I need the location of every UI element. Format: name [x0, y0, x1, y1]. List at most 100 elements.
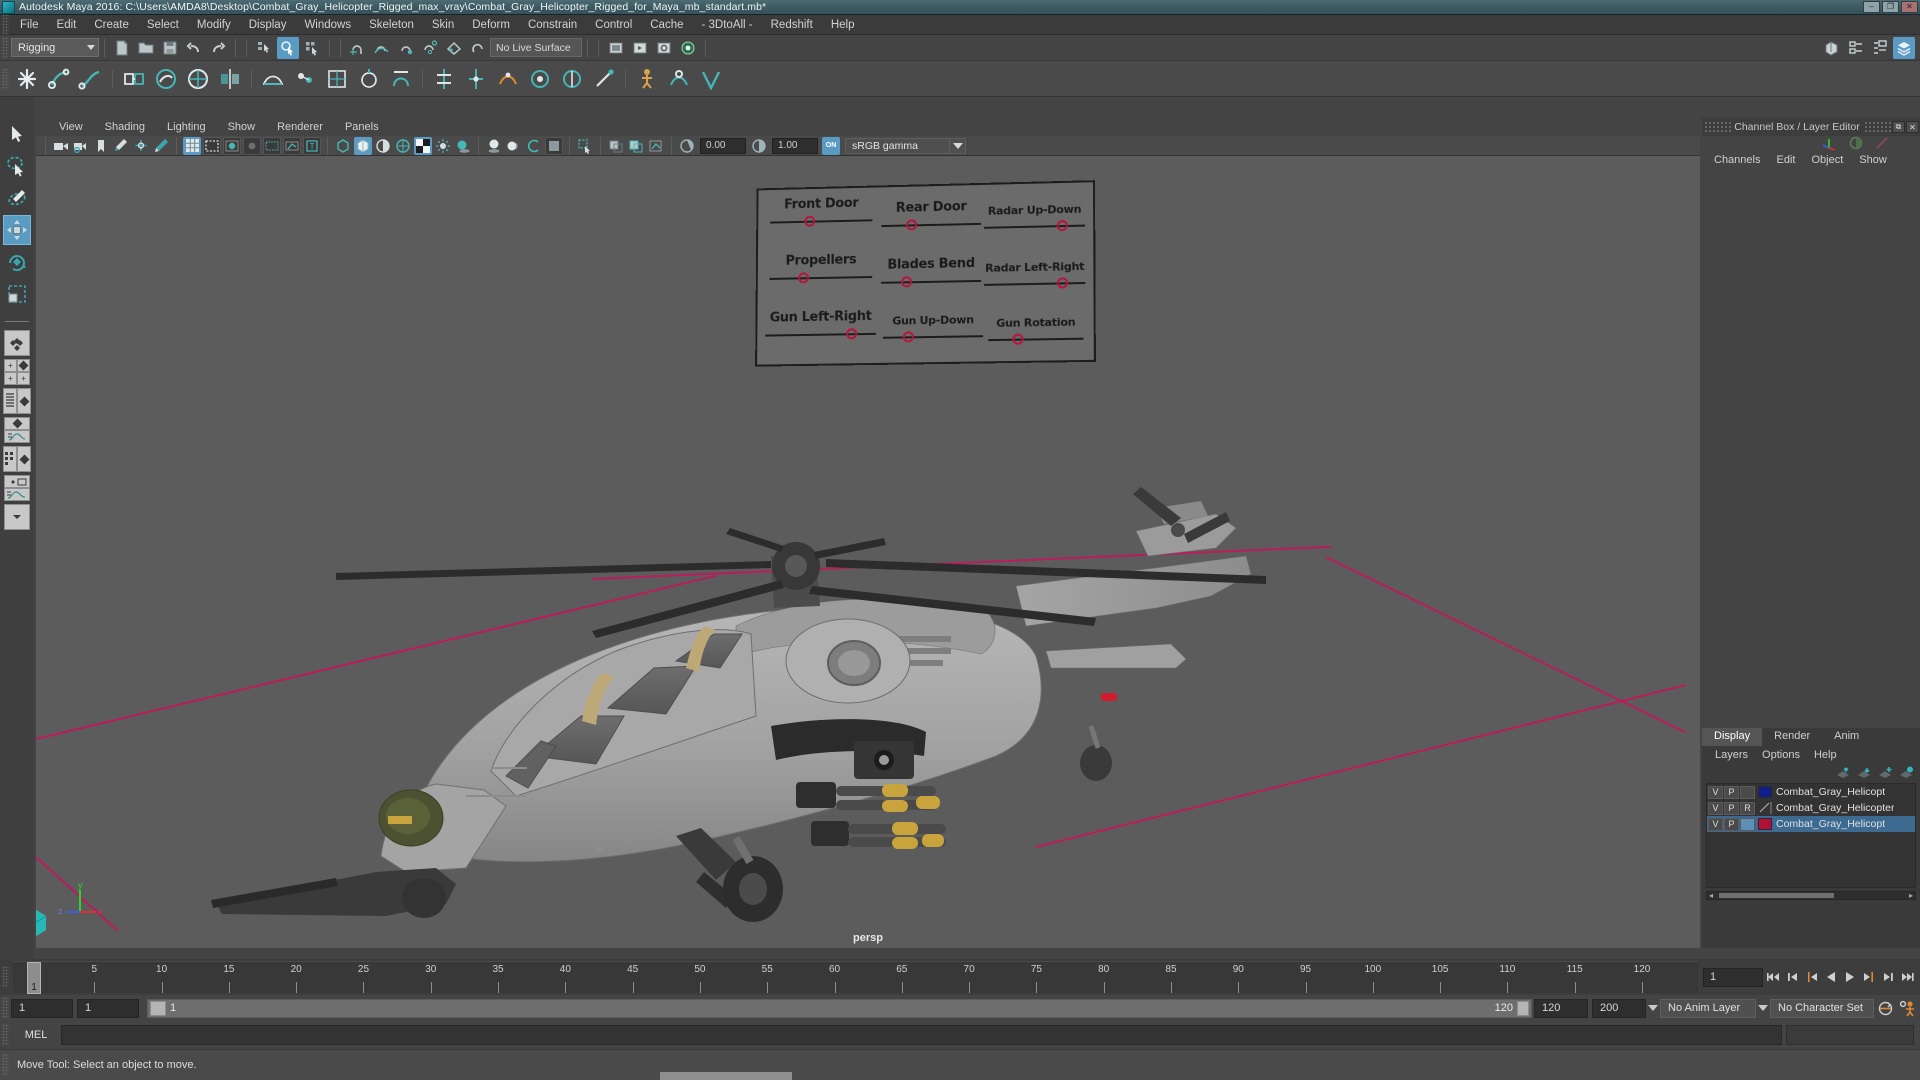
menu-skin[interactable]: Skin	[423, 17, 463, 33]
control-slider-gun-up-down[interactable]: Gun Up-Down	[882, 313, 984, 343]
motion-blur-icon[interactable]	[505, 137, 523, 155]
menu-create[interactable]: Create	[85, 17, 138, 33]
viewport-menu-renderer[interactable]: Renderer	[266, 120, 334, 134]
control-slider-radar-left-right[interactable]: Radar Left-Right	[984, 260, 1086, 290]
rotate-tool-button[interactable]	[3, 247, 31, 277]
interactive-bind-skin-button[interactable]	[183, 64, 213, 94]
exposure-icon[interactable]	[678, 137, 696, 155]
playback-end-field[interactable]: 120	[1534, 998, 1588, 1018]
layer-name[interactable]: Combat_Gray_Helicopt	[1776, 818, 1885, 830]
live-surface-field[interactable]: No Live Surface	[490, 38, 582, 57]
shaded-wireframe-icon[interactable]	[374, 137, 392, 155]
paint-skin-weights-button[interactable]	[151, 64, 181, 94]
persp-outliner-graph-layout-button[interactable]	[4, 475, 30, 501]
menu-modify[interactable]: Modify	[188, 17, 240, 33]
joint-tool-button[interactable]	[12, 64, 42, 94]
slider-knob[interactable]	[1056, 219, 1068, 232]
snap-to-projected-center-button[interactable]	[419, 37, 441, 59]
layer-state-toggle[interactable]	[1740, 785, 1755, 799]
layer-playback-toggle[interactable]: P	[1724, 785, 1739, 799]
channel-menu-channels[interactable]: Channels	[1706, 154, 1768, 166]
tab-anim[interactable]: Anim	[1822, 728, 1872, 746]
panel-gripper[interactable]	[1704, 121, 1732, 133]
lasso-tool-button[interactable]	[3, 151, 31, 181]
multisample-aa-icon[interactable]	[525, 137, 543, 155]
ipr-render-button[interactable]	[629, 37, 651, 59]
select-by-hierarchy-button[interactable]	[253, 37, 275, 59]
layer-list-scrollbar[interactable]: ◂ ▸	[1706, 891, 1916, 900]
perspective-viewport[interactable]: Front Door Rear Door Radar Up-Down Prope…	[36, 156, 1700, 948]
render-current-frame-button[interactable]	[677, 37, 699, 59]
menu-control[interactable]: Control	[586, 17, 641, 33]
scroll-right-arrow-icon[interactable]: ▸	[1909, 892, 1913, 900]
layer-row[interactable]: V P Combat_Gray_Helicopt	[1707, 784, 1915, 800]
ik-spline-handle-tool-button[interactable]	[76, 64, 106, 94]
select-by-object-type-button[interactable]	[277, 36, 299, 59]
character-set-chevron-icon[interactable]	[1756, 999, 1770, 1018]
move-layer-up-icon[interactable]	[1835, 766, 1851, 779]
slider-knob[interactable]	[906, 219, 918, 231]
create-character-set-button[interactable]	[696, 64, 726, 94]
new-layer-icon[interactable]	[1877, 766, 1893, 779]
xray-mode-icon[interactable]	[607, 137, 625, 155]
auto-keyframe-toggle[interactable]	[1874, 999, 1896, 1018]
go-to-start-button[interactable]	[1766, 968, 1782, 986]
move-layer-down-icon[interactable]	[1856, 766, 1872, 779]
rig-control-panel[interactable]: Front Door Rear Door Radar Up-Down Prope…	[755, 180, 1096, 367]
texture-toggle-icon[interactable]: T	[303, 136, 321, 155]
layer-menu-help[interactable]: Help	[1807, 749, 1844, 761]
snap-to-curves-button[interactable]	[371, 37, 393, 59]
control-slider-rear-door[interactable]: Rear Door	[881, 199, 982, 231]
viewport-menu-panels[interactable]: Panels	[334, 120, 390, 134]
new-layer-from-selection-icon[interactable]	[1898, 766, 1914, 779]
layer-menu-layers[interactable]: Layers	[1708, 749, 1755, 761]
anim-layer-select[interactable]: No Anim Layer	[1660, 998, 1756, 1018]
step-back-keyframe-button[interactable]	[1785, 968, 1801, 986]
range-left-handle[interactable]	[150, 1000, 166, 1016]
snap-to-grid-button[interactable]	[347, 37, 369, 59]
menu-file[interactable]: File	[11, 17, 48, 33]
range-right-handle[interactable]	[1517, 1000, 1529, 1016]
wireframe-shading-icon[interactable]	[334, 137, 352, 155]
menu-display[interactable]: Display	[240, 17, 296, 33]
layer-visibility-toggle[interactable]: V	[1708, 817, 1723, 831]
minimize-button[interactable]: –	[1863, 1, 1880, 13]
paint-selection-tool-button[interactable]	[3, 183, 31, 213]
layer-reference-toggle[interactable]: R	[1740, 801, 1755, 815]
make-live-button[interactable]	[467, 37, 489, 59]
smooth-shading-icon[interactable]	[354, 136, 372, 155]
new-scene-button[interactable]	[111, 37, 133, 59]
select-tool-button[interactable]	[3, 119, 31, 149]
parent-constraint-button[interactable]	[429, 64, 459, 94]
move-tool-button[interactable]	[3, 215, 31, 245]
shadows-icon[interactable]	[454, 137, 472, 155]
range-gripper[interactable]	[2, 997, 9, 1019]
bookmark-icon[interactable]	[92, 137, 110, 155]
isolate-select-icon[interactable]	[576, 137, 594, 155]
layer-menu-options[interactable]: Options	[1755, 749, 1807, 761]
menu-set-selector[interactable]: Rigging	[11, 38, 99, 57]
exposure-value-field[interactable]: 0.00	[700, 137, 746, 154]
bind-skin-button[interactable]	[119, 64, 149, 94]
gamma-value-field[interactable]: 1.00	[772, 137, 818, 154]
xray-joints-mode-icon[interactable]	[647, 137, 665, 155]
panel-close-button[interactable]: ✕	[1906, 121, 1919, 133]
create-cluster-button[interactable]	[290, 64, 320, 94]
scale-tool-button[interactable]	[3, 279, 31, 309]
layer-name[interactable]: Combat_Gray_Helicopter	[1776, 802, 1894, 814]
scroll-left-arrow-icon[interactable]: ◂	[1709, 892, 1713, 900]
grease-pencil-icon[interactable]	[152, 137, 170, 155]
control-slider-track[interactable]	[769, 270, 873, 284]
step-back-frame-button[interactable]	[1804, 968, 1820, 986]
tab-render[interactable]: Render	[1762, 728, 1823, 746]
control-slider-propellers[interactable]: Propellers	[769, 252, 873, 284]
control-slider-gun-rotation[interactable]: Gun Rotation	[988, 315, 1084, 345]
camera-attributes-icon[interactable]	[72, 137, 90, 155]
control-slider-track[interactable]	[881, 217, 982, 231]
range-slider[interactable]: 1 120	[147, 998, 1532, 1018]
scale-constraint-button[interactable]	[557, 64, 587, 94]
playback-start-field[interactable]: 1	[77, 998, 139, 1018]
show-hide-attribute-editor-button[interactable]	[1845, 37, 1867, 59]
four-view-layout-button[interactable]: + + +	[4, 359, 30, 385]
orient-constraint-button[interactable]	[493, 64, 523, 94]
